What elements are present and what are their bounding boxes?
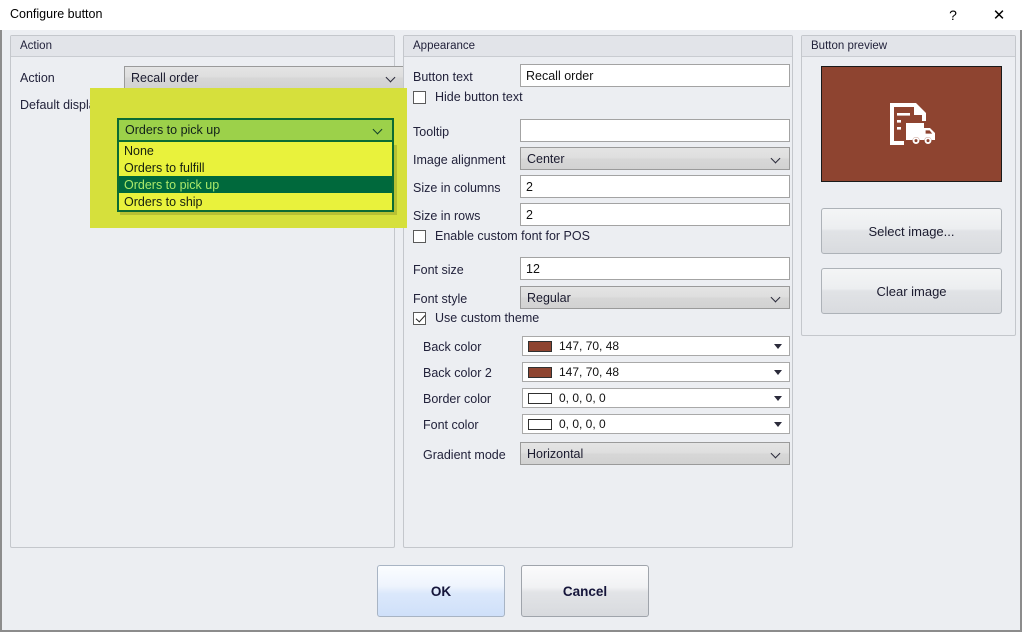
image-alignment-label: Image alignment: [413, 153, 505, 167]
chevron-down-icon: [772, 293, 781, 302]
tooltip-label: Tooltip: [413, 125, 449, 139]
action-label: Action: [20, 71, 55, 85]
document-truck-icon: [886, 101, 938, 147]
font-size-label: Font size: [413, 263, 464, 277]
select-image-button[interactable]: Select image...: [821, 208, 1002, 254]
appearance-group-header: Appearance: [404, 36, 792, 57]
button-text-value: Recall order: [526, 69, 593, 83]
border-color-value: 0, 0, 0, 0: [559, 391, 606, 405]
dropdown-option-orders-to-ship[interactable]: Orders to ship: [119, 193, 392, 210]
gradient-mode-combo[interactable]: Horizontal: [520, 442, 790, 465]
border-color-combo[interactable]: 0, 0, 0, 0: [522, 388, 790, 408]
back-color-2-value: 147, 70, 48: [559, 365, 619, 379]
size-in-rows-input[interactable]: 2: [520, 203, 790, 226]
image-alignment-value: Center: [527, 152, 565, 166]
action-combo-value: Recall order: [131, 71, 198, 85]
window-title: Configure button: [10, 7, 102, 21]
checkbox-box: [413, 91, 426, 104]
ok-button[interactable]: OK: [377, 565, 505, 617]
color-swatch: [528, 419, 552, 430]
back-color-2-combo[interactable]: 147, 70, 48: [522, 362, 790, 382]
close-icon[interactable]: ✕: [976, 0, 1022, 30]
hide-button-text-checkbox[interactable]: Hide button text: [413, 90, 523, 104]
font-color-combo[interactable]: 0, 0, 0, 0: [522, 414, 790, 434]
size-in-columns-input[interactable]: 2: [520, 175, 790, 198]
font-style-combo[interactable]: Regular: [520, 286, 790, 309]
font-style-label: Font style: [413, 292, 467, 306]
size-in-columns-value: 2: [526, 180, 533, 194]
size-in-columns-label: Size in columns: [413, 181, 501, 195]
title-bar: Configure button ? ✕: [0, 0, 1022, 30]
chevron-down-icon: [387, 73, 396, 82]
action-group-header: Action: [11, 36, 394, 57]
button-preview-tile: [821, 66, 1002, 182]
triangle-down-icon: [774, 396, 782, 401]
use-custom-theme-checkbox[interactable]: Use custom theme: [413, 311, 539, 325]
font-size-input[interactable]: 12: [520, 257, 790, 280]
hide-button-text-label: Hide button text: [435, 90, 523, 104]
button-preview-header: Button preview: [802, 36, 1015, 57]
cancel-button[interactable]: Cancel: [521, 565, 649, 617]
chevron-down-icon: [772, 449, 781, 458]
button-text-label: Button text: [413, 70, 473, 84]
dropdown-option-orders-to-fulfill[interactable]: Orders to fulfill: [119, 159, 392, 176]
clear-image-button[interactable]: Clear image: [821, 268, 1002, 314]
use-custom-theme-label: Use custom theme: [435, 311, 539, 325]
font-style-value: Regular: [527, 291, 571, 305]
gradient-mode-label: Gradient mode: [423, 448, 506, 462]
dropdown-option-none[interactable]: None: [119, 142, 392, 159]
help-button[interactable]: ?: [930, 0, 976, 30]
appearance-group: Appearance Button text Recall order Hide…: [403, 35, 793, 548]
gradient-mode-value: Horizontal: [527, 447, 583, 461]
color-swatch: [528, 393, 552, 404]
triangle-down-icon: [774, 370, 782, 375]
font-size-value: 12: [526, 262, 540, 276]
font-color-label: Font color: [423, 418, 479, 432]
dialog-body: Action Action Recall order Default displ…: [0, 30, 1022, 632]
chevron-down-icon: [772, 154, 781, 163]
size-in-rows-value: 2: [526, 208, 533, 222]
default-display-dropdown-list[interactable]: None Orders to fulfill Orders to pick up…: [117, 142, 394, 212]
border-color-label: Border color: [423, 392, 491, 406]
back-color-2-label: Back color 2: [423, 366, 492, 380]
checkbox-box: [413, 312, 426, 325]
action-combo[interactable]: Recall order: [124, 66, 405, 89]
image-alignment-combo[interactable]: Center: [520, 147, 790, 170]
triangle-down-icon: [774, 344, 782, 349]
default-display-value: Orders to pick up: [125, 123, 220, 137]
font-color-value: 0, 0, 0, 0: [559, 417, 606, 431]
triangle-down-icon: [774, 422, 782, 427]
enable-custom-font-label: Enable custom font for POS: [435, 229, 590, 243]
default-display-combo[interactable]: Orders to pick up: [117, 118, 394, 142]
color-swatch: [528, 367, 552, 378]
back-color-combo[interactable]: 147, 70, 48: [522, 336, 790, 356]
size-in-rows-label: Size in rows: [413, 209, 480, 223]
color-swatch: [528, 341, 552, 352]
button-preview-group: Button preview Select image... Clear ima…: [801, 35, 1016, 336]
back-color-value: 147, 70, 48: [559, 339, 619, 353]
enable-custom-font-checkbox[interactable]: Enable custom font for POS: [413, 229, 590, 243]
checkbox-box: [413, 230, 426, 243]
dropdown-option-orders-to-pick-up[interactable]: Orders to pick up: [119, 176, 392, 193]
tooltip-input[interactable]: [520, 119, 790, 142]
back-color-label: Back color: [423, 340, 481, 354]
chevron-down-icon: [374, 125, 383, 134]
button-text-input[interactable]: Recall order: [520, 64, 790, 87]
